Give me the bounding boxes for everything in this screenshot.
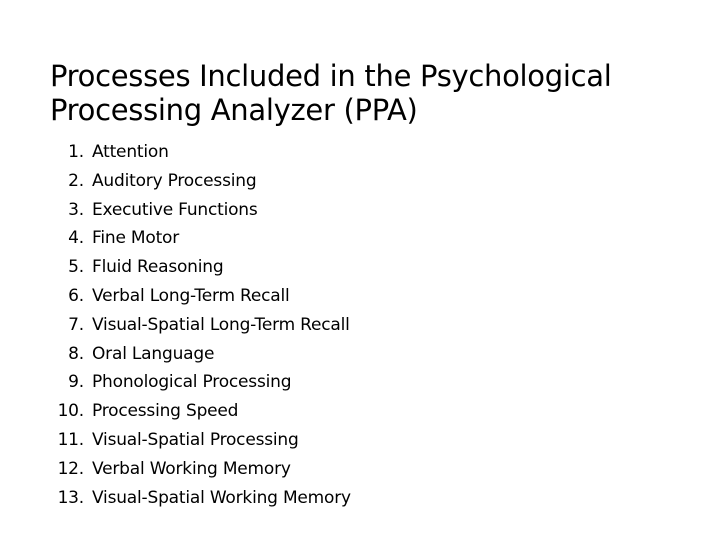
list-item-label: Fluid Reasoning: [92, 257, 224, 278]
list-item-label: Auditory Processing: [92, 170, 257, 191]
list-item: 4. Fine Motor: [50, 228, 670, 257]
list-item-number: 11.: [57, 429, 85, 450]
list-item-number: 5.: [68, 257, 84, 278]
list-item-label: Visual-Spatial Processing: [92, 429, 299, 450]
list-item-number: 4.: [68, 228, 84, 249]
list-item-label: Executive Functions: [92, 199, 258, 220]
page-title: Processes Included in the Psychological …: [50, 59, 612, 128]
list-item: 12. Verbal Working Memory: [50, 459, 670, 488]
list-item-label: Verbal Long-Term Recall: [92, 285, 290, 306]
list-item-label: Processing Speed: [92, 401, 239, 422]
list-item-label: Verbal Working Memory: [92, 458, 291, 479]
list-item-number: 12.: [57, 458, 85, 479]
list-item: 11. Visual-Spatial Processing: [50, 430, 670, 459]
list-item: 8. Oral Language: [50, 344, 670, 373]
list-item-label: Phonological Processing: [92, 372, 292, 393]
list-item: 5. Fluid Reasoning: [50, 257, 670, 286]
list-item: 3. Executive Functions: [50, 200, 670, 229]
list-item-number: 8.: [68, 343, 84, 364]
list-item: 10. Processing Speed: [50, 401, 670, 430]
list-item-number: 6.: [68, 285, 84, 306]
list-item: 9. Phonological Processing: [50, 372, 670, 401]
slide-canvas: Processes Included in the Psychological …: [0, 0, 720, 540]
list-item-number: 3.: [68, 199, 84, 220]
list-item: 2. Auditory Processing: [50, 171, 670, 200]
list-item-label: Visual-Spatial Long-Term Recall: [92, 314, 350, 335]
list-item: 13. Visual-Spatial Working Memory: [50, 488, 670, 517]
list-item-number: 2.: [68, 170, 84, 191]
list-item-label: Oral Language: [92, 343, 215, 364]
list-item-number: 1.: [68, 142, 84, 162]
list-item-number: 9.: [68, 372, 84, 393]
list-item-number: 13.: [57, 487, 85, 508]
list-item: 1. Attention: [50, 142, 670, 171]
list-item-label: Fine Motor: [92, 228, 180, 249]
list-item-number: 10.: [57, 401, 85, 422]
list-item: 6. Verbal Long-Term Recall: [50, 286, 670, 315]
list-item: 7. Visual-Spatial Long-Term Recall: [50, 315, 670, 344]
list-item-label: Visual-Spatial Working Memory: [92, 487, 351, 508]
list-item-label: Attention: [92, 142, 169, 162]
numbered-process-list: 1. Attention 2. Auditory Processing 3. E…: [50, 142, 670, 516]
list-item-number: 7.: [68, 314, 84, 335]
